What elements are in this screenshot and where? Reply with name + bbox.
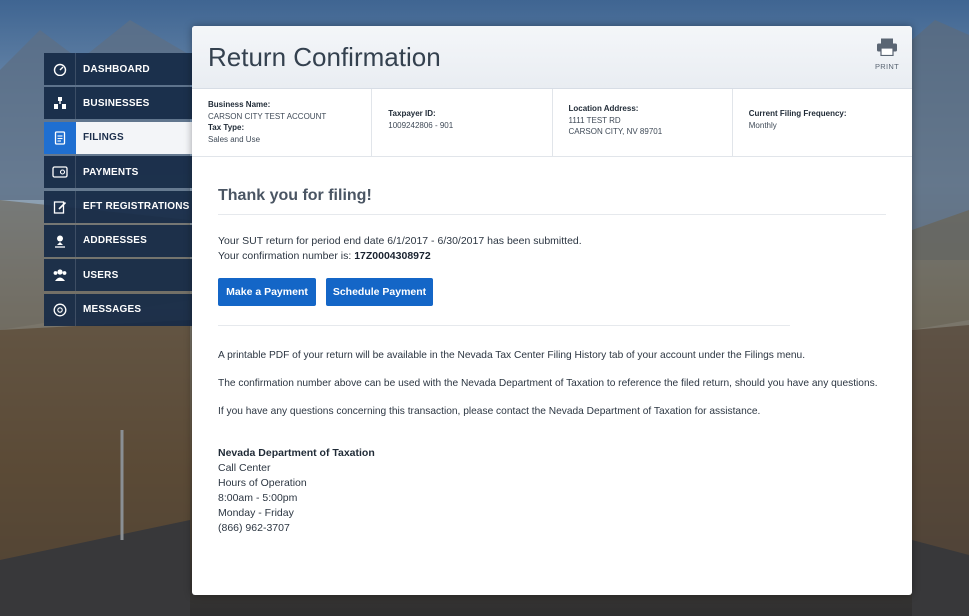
addresses-icon [44, 224, 76, 257]
contact-line: Hours of Operation [218, 477, 307, 489]
make-payment-button[interactable]: Make a Payment [218, 278, 316, 306]
dashboard-icon [44, 53, 76, 85]
sidebar-item-payments[interactable]: PAYMENTS [44, 156, 192, 189]
return-confirmation-panel: Return Confirmation PRINT Business Name:… [192, 26, 912, 595]
page-title: Return Confirmation [208, 42, 441, 72]
sidebar-item-messages[interactable]: MESSAGES [44, 293, 192, 326]
business-info-cell: Business Name: CARSON CITY TEST ACCOUNT … [192, 89, 373, 156]
sidebar-item-addresses[interactable]: ADDRESSES [44, 224, 192, 257]
confirmation-usage-text: The confirmation number above can be use… [218, 378, 878, 389]
sidebar-item-label: MESSAGES [83, 304, 142, 316]
sidebar: DASHBOARD BUSINESSES FILINGS PAYMENTS EF… [44, 53, 192, 328]
location-address-cell: Location Address: 1111 TEST RD CARSON CI… [553, 89, 733, 156]
thank-you-heading: Thank you for filing! [218, 187, 886, 215]
sidebar-item-label: FILINGS [83, 132, 124, 144]
sidebar-item-label: ADDRESSES [83, 235, 148, 247]
confirmation-line: Your confirmation number is: 17Z00043089… [218, 249, 886, 264]
print-button[interactable]: PRINT [874, 38, 900, 71]
businesses-icon [44, 87, 76, 120]
sidebar-item-label: EFT REGISTRATIONS [83, 201, 190, 213]
contact-org: Nevada Department of Taxation [218, 447, 375, 459]
users-icon [44, 259, 76, 292]
sidebar-item-label: USERS [83, 269, 119, 281]
contact-phone: (866) 962-3707 [218, 522, 290, 534]
divider [218, 325, 790, 326]
contact-instructions-text: If you have any questions concerning thi… [218, 406, 761, 417]
sidebar-item-eft-registrations[interactable]: EFT REGISTRATIONS [44, 190, 192, 223]
sidebar-item-businesses[interactable]: BUSINESSES [44, 87, 192, 120]
contact-line: Call Center [218, 462, 271, 474]
tax-type-value: Sales and Use [208, 134, 261, 144]
schedule-payment-button[interactable]: Schedule Payment [326, 278, 433, 306]
business-name-label: Business Name: [208, 100, 271, 109]
contact-line: 8:00am - 5:00pm [218, 492, 298, 504]
business-name-value: CARSON CITY TEST ACCOUNT [208, 111, 327, 121]
messages-icon [44, 293, 76, 326]
confirmation-prefix: Your confirmation number is: [218, 250, 352, 262]
contact-info: Nevada Department of Taxation Call Cente… [218, 446, 886, 536]
payment-buttons: Make a Payment Schedule Payment [218, 278, 886, 306]
submission-message: Your SUT return for period end date 6/1/… [218, 234, 886, 264]
location-address-label: Location Address: [568, 104, 639, 113]
payments-icon [44, 156, 76, 189]
tax-type-label: Tax Type: [208, 123, 245, 132]
panel-header: Return Confirmation PRINT [192, 26, 912, 89]
filing-frequency-cell: Current Filing Frequency: Monthly [733, 89, 912, 156]
sidebar-item-users[interactable]: USERS [44, 259, 192, 292]
pdf-availability-text: A printable PDF of your return will be a… [218, 350, 806, 361]
filings-icon [44, 121, 76, 154]
confirmation-number: 17Z0004308972 [354, 250, 431, 262]
confirmation-content: Thank you for filing! Your SUT return fo… [192, 187, 912, 536]
filing-frequency-label: Current Filing Frequency: [748, 109, 847, 118]
eft-icon [44, 190, 76, 223]
taxpayer-id-cell: Taxpayer ID: 1009242806 - 901 [372, 89, 553, 156]
sidebar-item-label: PAYMENTS [83, 166, 139, 178]
print-label: PRINT [875, 62, 899, 71]
sidebar-item-filings[interactable]: FILINGS [44, 121, 192, 154]
sidebar-item-dashboard[interactable]: DASHBOARD [44, 53, 192, 85]
contact-line: Monday - Friday [218, 507, 294, 519]
sidebar-item-label: BUSINESSES [83, 97, 150, 109]
location-address-line1: 1111 TEST RD [568, 115, 621, 125]
sidebar-item-label: DASHBOARD [83, 63, 150, 75]
taxpayer-id-value: 1009242806 - 901 [388, 120, 454, 130]
filing-frequency-value: Monthly [748, 120, 777, 130]
submitted-line: Your SUT return for period end date 6/1/… [218, 235, 582, 247]
taxpayer-id-label: Taxpayer ID: [388, 109, 436, 118]
location-address-line2: CARSON CITY, NV 89701 [568, 127, 663, 136]
printer-icon [876, 38, 898, 60]
account-info-row: Business Name: CARSON CITY TEST ACCOUNT … [192, 89, 912, 157]
